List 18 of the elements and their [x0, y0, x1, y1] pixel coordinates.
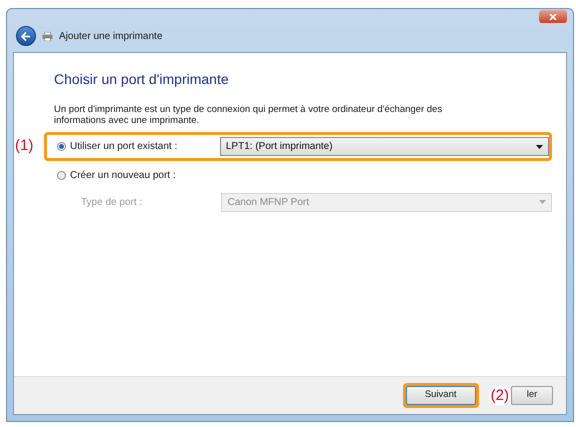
- cancel-button[interactable]: ler: [511, 386, 553, 405]
- back-arrow-icon: [21, 32, 31, 40]
- radio-option[interactable]: Utiliser un port existant :: [57, 139, 220, 154]
- back-button[interactable]: [16, 26, 36, 46]
- next-button[interactable]: Suivant: [406, 386, 476, 405]
- close-icon: [549, 14, 557, 20]
- port-dropdown[interactable]: LPT1: (Port imprimante): [220, 137, 549, 156]
- close-button[interactable]: [539, 10, 567, 23]
- callout-number: (1): [15, 136, 34, 156]
- description: Un port d'imprimante est un type de connexion qui permet à votre ordinateur d'échanger des informations avec une imprimante.: [54, 104, 444, 126]
- page-heading: Choisir un port d'imprimante: [54, 70, 230, 89]
- window-title: Ajouter une imprimante: [59, 30, 162, 44]
- printer-icon: [42, 32, 53, 40]
- caret-icon: [536, 144, 543, 148]
- caret-icon: [539, 200, 546, 204]
- radio-option[interactable]: Créer un nouveau port :: [57, 168, 227, 183]
- port-type-label: Type de port :: [81, 196, 144, 210]
- callout-number: (2): [488, 386, 511, 405]
